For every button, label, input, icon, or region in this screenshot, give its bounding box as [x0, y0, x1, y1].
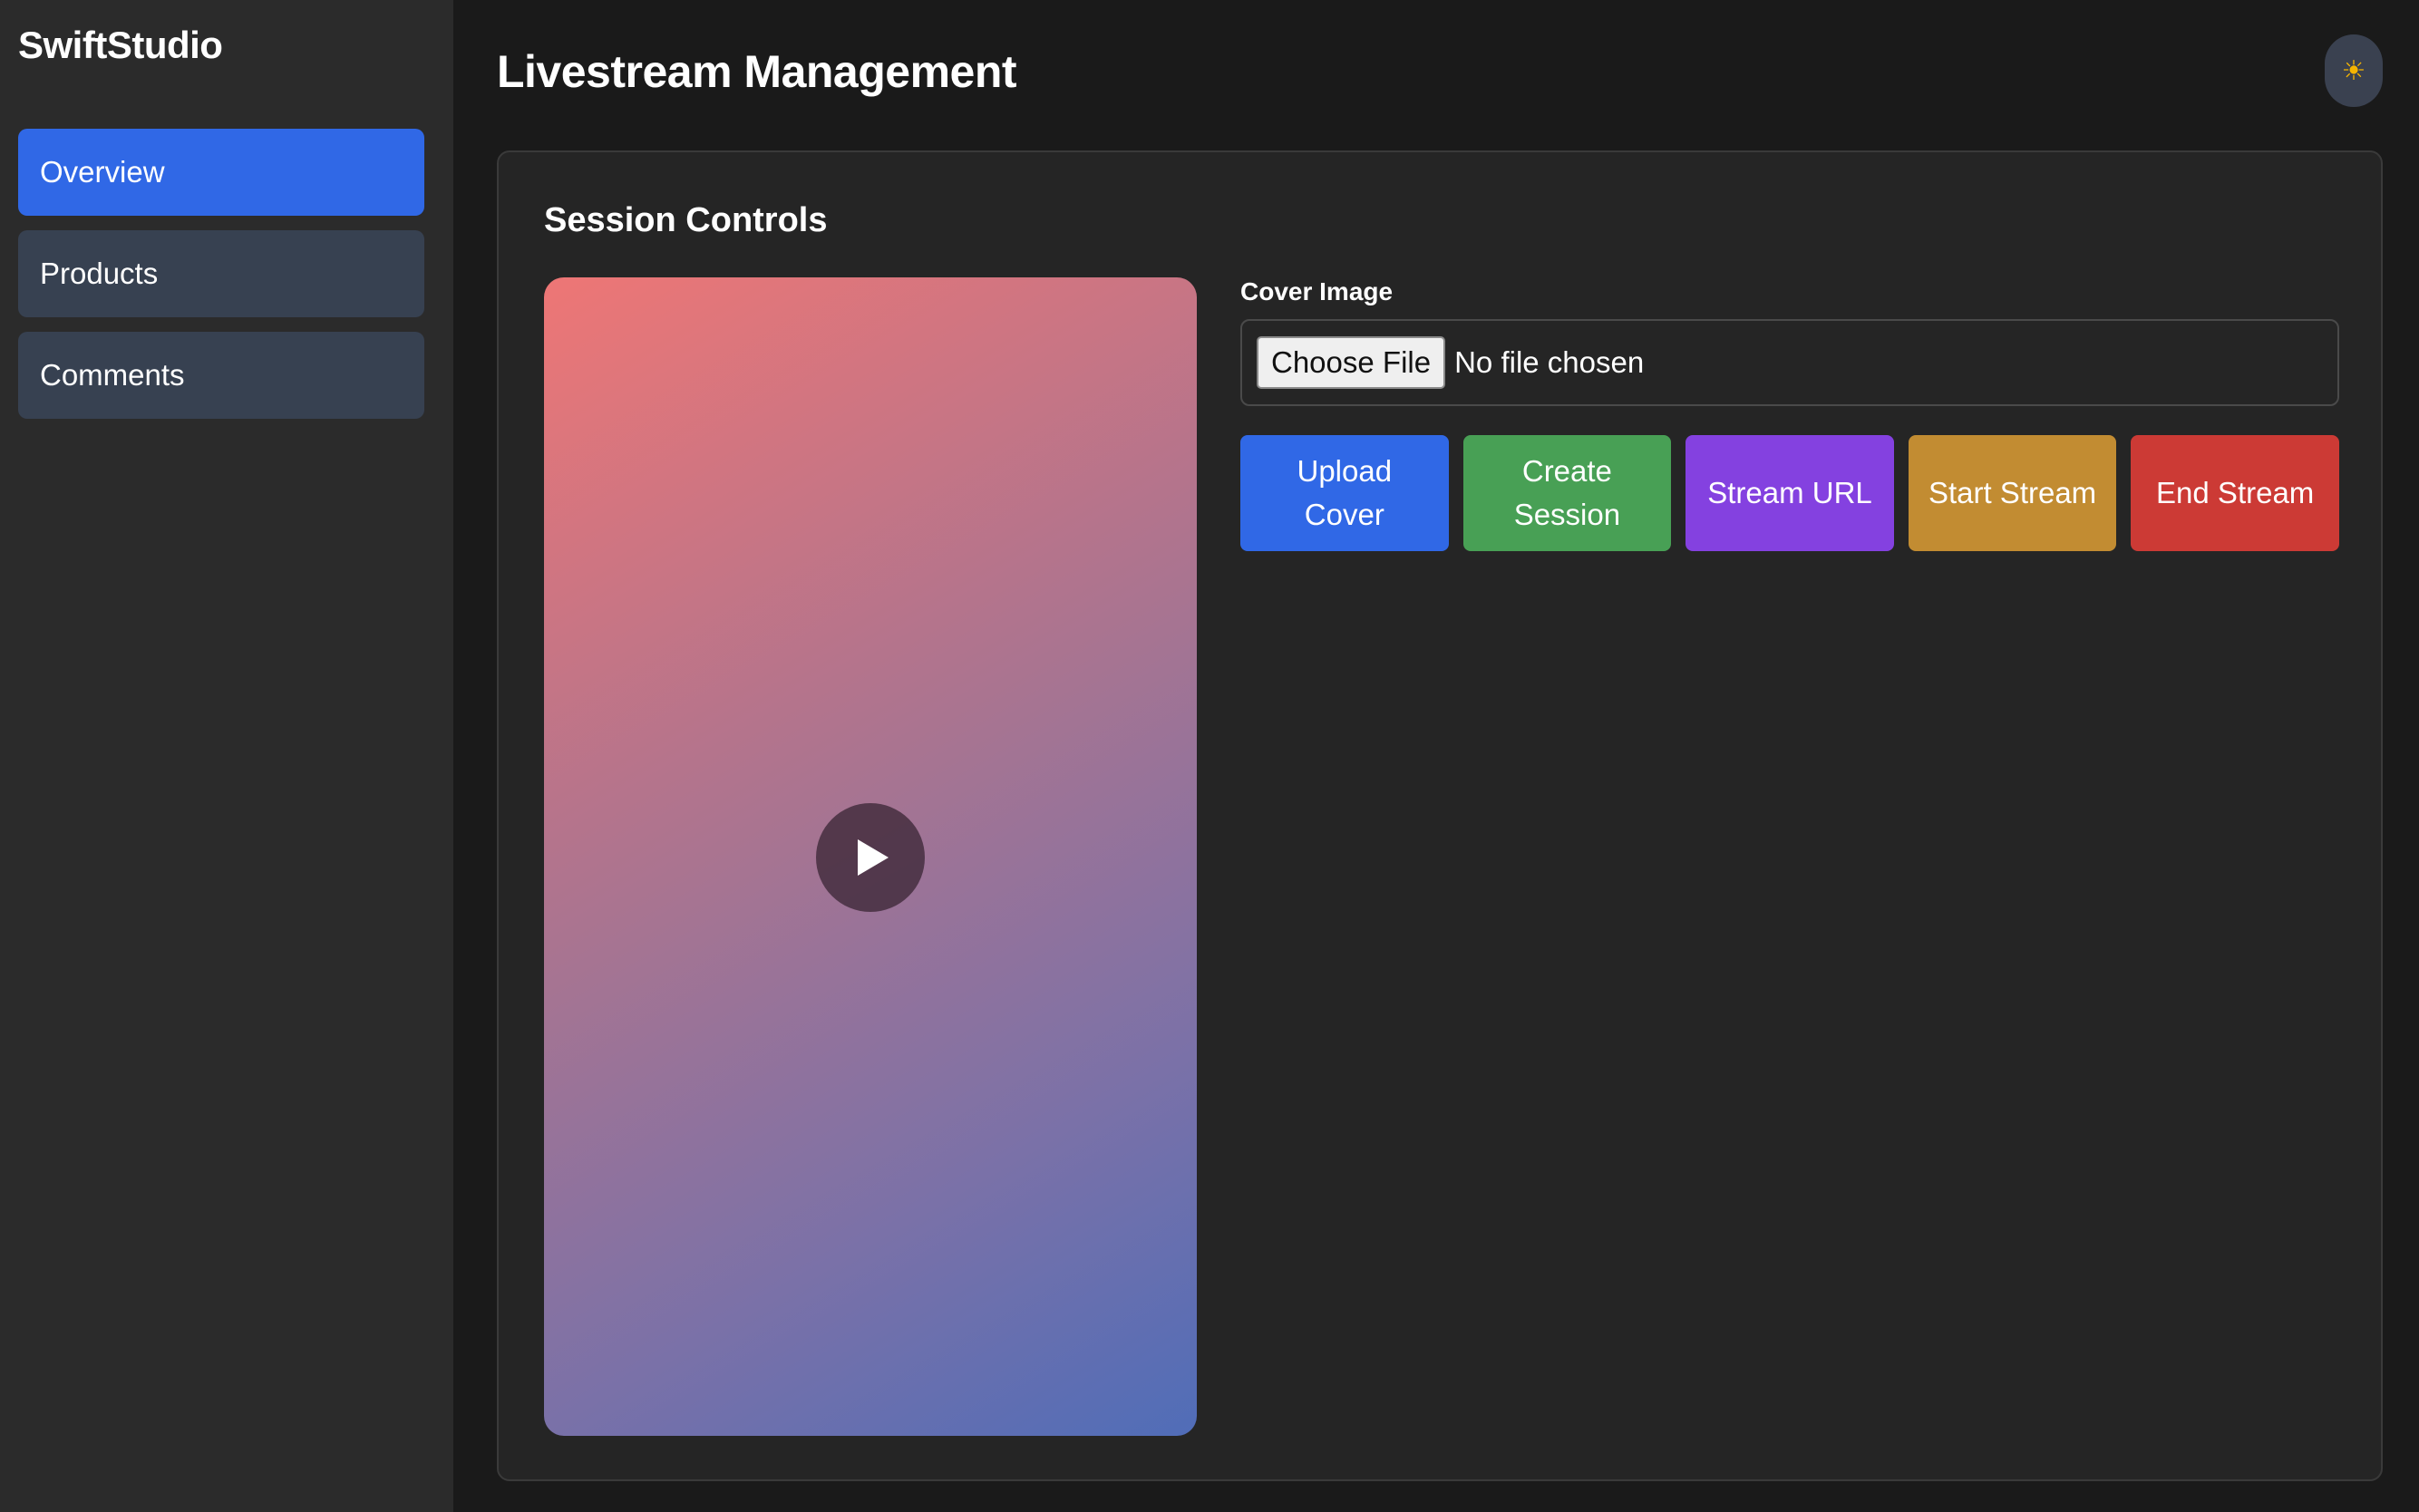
file-status: No file chosen — [1454, 345, 1645, 379]
main-content: Livestream Management ☀ Session Controls… — [453, 0, 2419, 1512]
create-session-button[interactable]: Create Session — [1462, 435, 1672, 551]
page-title: Livestream Management — [497, 46, 1017, 97]
sidebar-item-products[interactable]: Products — [18, 230, 424, 317]
sun-icon: ☀ — [2341, 55, 2366, 86]
sidebar-item-comments[interactable]: Comments — [18, 332, 424, 419]
end-stream-button[interactable]: End Stream — [2131, 435, 2339, 551]
theme-toggle-button[interactable]: ☀ — [2325, 34, 2383, 107]
sidebar-item-label: Comments — [40, 358, 185, 392]
start-stream-button[interactable]: Start Stream — [1908, 435, 2117, 551]
sidebar-item-label: Products — [40, 257, 159, 290]
sidebar: SwiftStudio Overview Products Comments — [0, 0, 453, 1512]
video-preview[interactable] — [544, 277, 1197, 1436]
upload-cover-button[interactable]: Upload Cover — [1240, 435, 1449, 551]
sidebar-item-overview[interactable]: Overview — [18, 129, 424, 216]
play-icon — [858, 839, 889, 876]
brand-logo: SwiftStudio — [18, 24, 223, 66]
cover-image-label: Cover Image — [1240, 277, 1394, 305]
play-button[interactable] — [816, 803, 925, 912]
action-buttons: Upload Cover Create Session Stream URL S… — [1240, 435, 2339, 551]
app: SwiftStudio Overview Products Comments L… — [0, 0, 2419, 1512]
stream-url-button[interactable]: Stream URL — [1686, 435, 1894, 551]
cover-image-file-input[interactable]: Choose File No file chosen — [1240, 319, 2339, 406]
session-controls-panel: Session Controls Cover Image Choose File… — [497, 150, 2383, 1481]
sidebar-item-label: Overview — [40, 155, 165, 189]
panel-title: Session Controls — [544, 201, 828, 239]
sidebar-nav: Overview Products Comments — [18, 129, 435, 419]
choose-file-button[interactable]: Choose File — [1257, 336, 1446, 389]
